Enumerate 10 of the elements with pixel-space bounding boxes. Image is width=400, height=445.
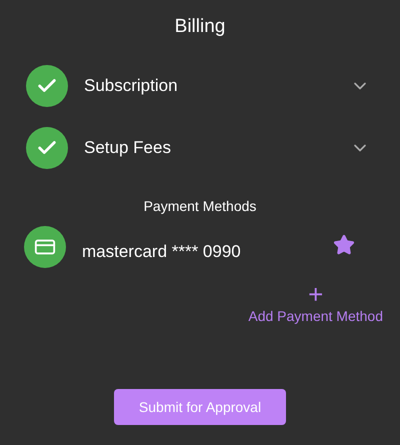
section-label: Subscription [84, 75, 179, 98]
section-row[interactable]: Subscription [0, 65, 400, 107]
payment-method-label: mastercard **** 0990 [82, 241, 242, 264]
credit-card-icon [24, 226, 66, 268]
page-title: Billing [174, 15, 226, 39]
add-payment-method-button[interactable]: + Add Payment Method [248, 281, 383, 325]
section-label: Setup Fees [84, 137, 172, 160]
section-row[interactable]: Setup Fees [0, 127, 400, 169]
star-icon[interactable] [333, 234, 355, 256]
section-heading: Payment Methods [144, 197, 256, 216]
